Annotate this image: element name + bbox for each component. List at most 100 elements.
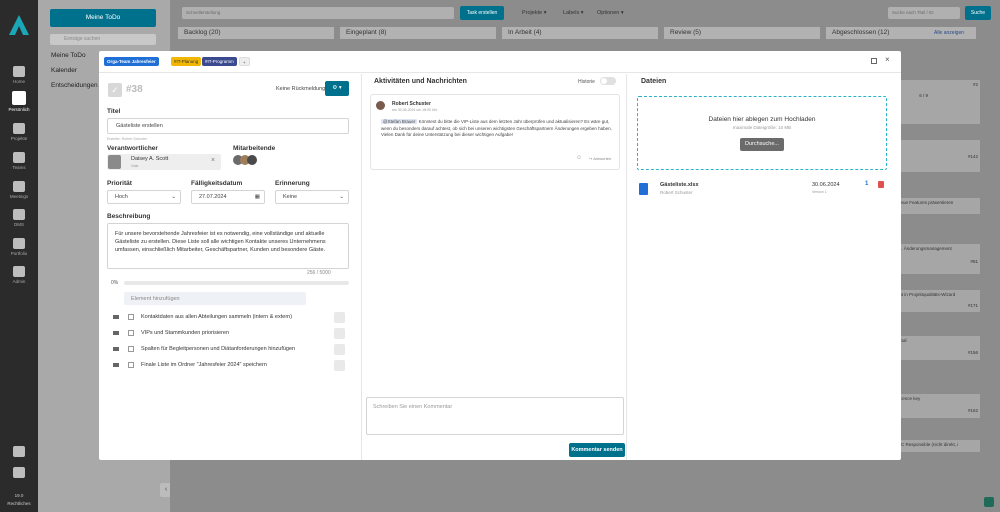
add-tag-button[interactable]: + [239,57,250,66]
column-planned[interactable]: Eingeplant (8) [340,27,496,39]
delete-file-icon[interactable] [878,181,884,188]
left-link-mytodo[interactable]: Meine ToDo [51,52,86,59]
due-date-value: 27.07.2024 [199,194,227,200]
search-button[interactable]: Suche [965,6,991,20]
menu-projects[interactable]: Projekte ▾ [522,10,546,16]
reminder-select[interactable]: Keine ⌄ [275,190,349,204]
bg-card[interactable]: mt in Projektqualitäts-Wizard #171 [896,290,980,312]
checkbox[interactable] [128,330,134,336]
bg-card[interactable]: AC Responsible (nicht direkt, i [896,440,980,452]
title-label: Titel [107,108,121,115]
rail-dms[interactable]: DMS [0,209,38,227]
bg-card[interactable]: licence key #162 [896,394,980,418]
show-all-link[interactable]: Alle anzeigen [934,30,964,36]
reply-label: Antworten [593,156,612,161]
trash-icon[interactable] [334,360,345,371]
checklist-item-label: VIPs und Stammkunden priorisieren [141,330,230,336]
browse-button[interactable]: Durchsuche... [740,138,784,151]
rail-projects[interactable]: Projekte [0,123,38,141]
member-avatars[interactable] [233,155,257,167]
due-date-input[interactable]: 27.07.2024 ▦ [191,190,265,204]
file-version: Version 1 [812,190,827,194]
rail-settings[interactable] [0,467,38,480]
title-input[interactable]: Gästeliste erstellen [107,118,349,134]
emoji-icon[interactable]: ☺ [576,155,582,161]
gear-icon: ⚙ ▾ [332,85,342,91]
checkbox[interactable] [128,362,134,368]
reply-link[interactable]: ↪ Antworten [589,156,611,161]
drag-handle-icon[interactable] [113,363,119,367]
title-search-input[interactable]: Suche nach Titel / ID [888,7,960,19]
responsible-chip[interactable]: Daisey A. Scott Gast × [107,154,221,170]
feedback-status: Keine Rückmeldung [276,86,326,92]
app-logo[interactable] [7,14,31,36]
left-link-decisions[interactable]: Entscheidungen [51,82,98,89]
my-todo-button[interactable]: Meine ToDo [50,9,156,27]
rail-notifications[interactable] [0,446,38,459]
legal-link[interactable]: Rechtliches [0,501,38,506]
left-link-calendar[interactable]: Kalender [51,67,77,74]
avatar [108,155,121,169]
rail-admin[interactable]: Admin [0,266,38,284]
trash-icon[interactable] [334,328,345,339]
comment-author: Robert Schuster [392,101,431,107]
menu-options[interactable]: Optionen ▾ [597,10,624,16]
priority-select[interactable]: Hoch ⌄ [107,190,181,204]
bg-card[interactable]: #142 [896,140,980,172]
column-backlog[interactable]: Backlog (20) [178,27,334,39]
files-panel: Dateien Dateien hier ablegen zum Hochlad… [627,74,901,460]
creator-note: Ersteller: Robert Schuster [107,137,148,141]
comment-card: Robert Schuster am 30.06.2024 um 18:00 U… [370,94,620,170]
bg-card[interactable]: #2 6 / 9 [896,80,980,124]
history-toggle[interactable] [600,77,616,85]
portfolio-icon [13,238,25,249]
column-review[interactable]: Review (5) [664,27,820,39]
checklist-item-label: Kontaktdaten aus allen Abteilungen samme… [141,314,293,320]
file-name[interactable]: Gästeliste.xlsx [660,182,699,188]
remove-responsible-icon[interactable]: × [211,157,215,164]
avatar [376,101,385,110]
checkbox[interactable] [128,314,134,320]
complete-checkbox-icon[interactable]: ✓ [108,83,122,97]
maximize-icon[interactable] [871,58,877,64]
checklist-item-label: Spalten für Begleitpersonen und Diätanfo… [141,346,296,352]
file-count[interactable]: 1 [865,181,868,187]
drag-handle-icon[interactable] [113,315,119,319]
trash-icon[interactable] [334,344,345,355]
quick-create-input[interactable]: Schnellerstellung [182,7,454,19]
description-textarea[interactable]: Für unsere bevorstehende Jahresfeier ist… [107,223,349,269]
column-in-progress[interactable]: In Arbeit (4) [502,27,658,39]
trash-icon[interactable] [334,312,345,323]
close-icon[interactable]: × [885,55,890,64]
chat-icon[interactable] [984,497,994,507]
rail-meetings[interactable]: Meetings [0,181,38,199]
add-checklist-input[interactable]: Element hinzufügen [124,292,306,305]
comment-date: am 30.06.2024 um 18:00 Uhr [392,108,438,112]
progress-label: 0% [111,280,119,286]
rail-personal[interactable]: Persönlich [0,91,38,112]
checkbox[interactable] [128,346,134,352]
menu-labels[interactable]: Labels ▾ [563,10,584,16]
task-settings-button[interactable]: ⚙ ▾ [325,81,349,96]
file-dropzone[interactable]: Dateien hier ablegen zum Hochladen maxim… [637,96,887,170]
char-count: 256 / 5000 [307,270,331,276]
comment-textarea[interactable]: Schreiben Sie einen Kommentar [366,397,624,435]
left-search-input[interactable]: Einträge suchen [50,34,156,45]
bg-card[interactable]: neue Features präsentieren [896,198,980,214]
mention[interactable]: @Stefan Brauer [381,119,418,124]
bg-card[interactable]: → Änderungsmanagement #81 [896,244,980,274]
rail-portfolio[interactable]: Portfolio [0,238,38,256]
notification-icon [13,446,25,457]
tag-it-program[interactable]: #IT-Programm [202,57,237,66]
drag-handle-icon[interactable] [113,347,119,351]
drag-handle-icon[interactable] [113,331,119,335]
create-task-button[interactable]: Task erstellen [460,6,504,20]
bg-card[interactable]: gnal #156 [896,336,980,360]
tag-it-planning[interactable]: #IT-Planung [171,57,202,66]
responsible-name: Daisey A. Scott [131,156,169,162]
rail-teams[interactable]: Teams [0,152,38,170]
send-comment-button[interactable]: Kommentar senden [569,443,625,457]
rail-home[interactable]: Home [0,66,38,84]
checklist-item: VIPs und Stammkunden priorisieren [113,328,345,340]
team-tag[interactable]: Orga-Team Jahresfeier [104,57,159,66]
